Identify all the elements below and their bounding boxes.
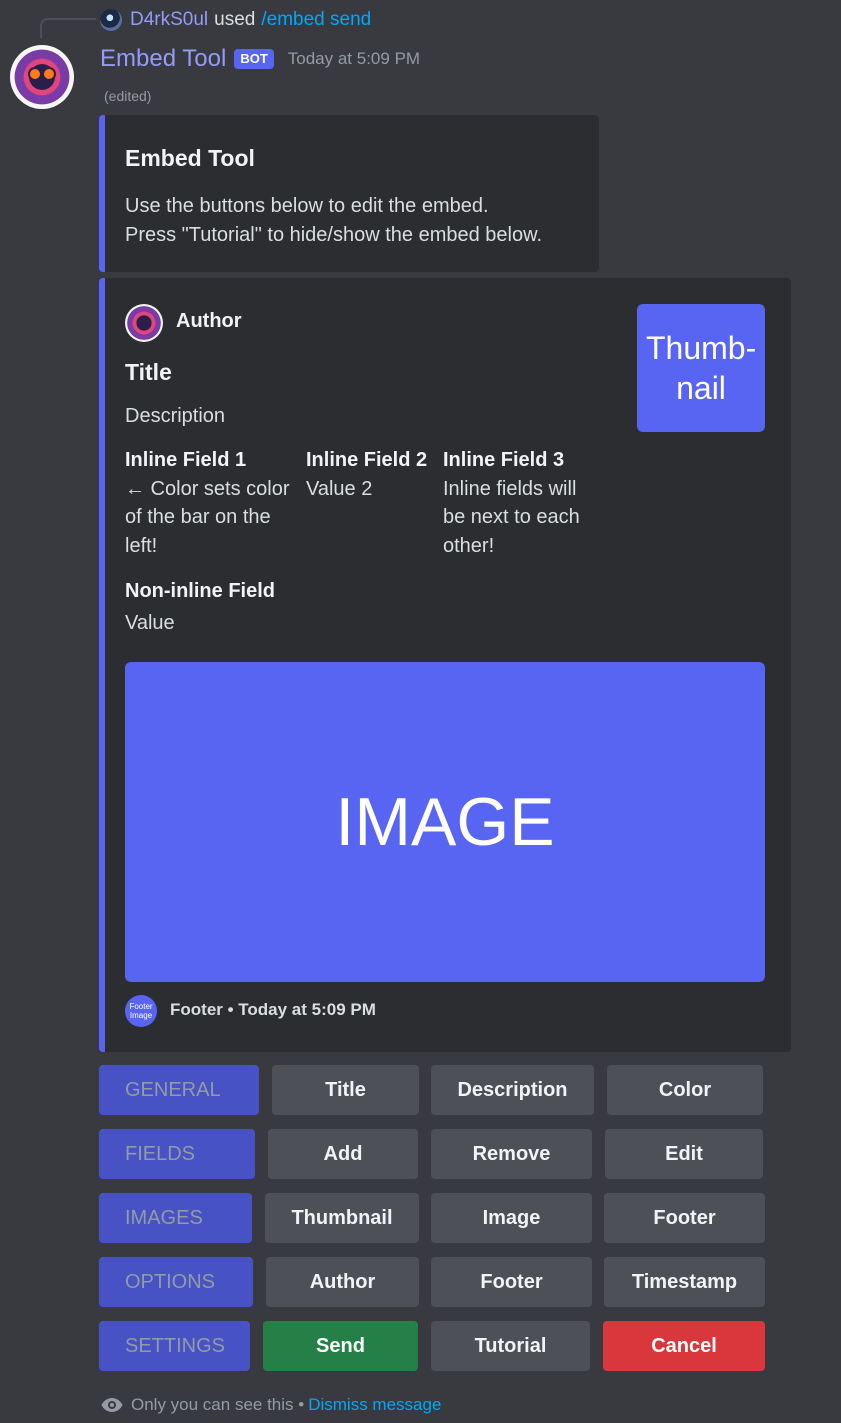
tutorial-button[interactable]: Tutorial — [431, 1321, 590, 1371]
field-name: Inline Field 3 — [443, 449, 565, 471]
thumbnail-button[interactable]: Thumbnail — [265, 1193, 419, 1243]
field-name: Non-inline Field — [125, 580, 275, 602]
cancel-button[interactable]: Cancel — [603, 1321, 765, 1371]
field-value: Value 2 — [306, 477, 373, 500]
author-icon — [125, 304, 163, 342]
field-name: Inline Field 2 — [306, 449, 428, 471]
bot-avatar[interactable] — [10, 45, 74, 109]
avatar-eye-right — [44, 69, 54, 79]
message-timestamp: Today at 5:09 PM — [287, 49, 421, 68]
category-fields-button[interactable]: FIELDS — [99, 1129, 255, 1179]
timestamp-button[interactable]: Timestamp — [604, 1257, 765, 1307]
color-button[interactable]: Color — [607, 1065, 763, 1115]
bot-tag: BOT — [234, 49, 274, 69]
eye-icon — [101, 1398, 123, 1412]
preview-embed: Author Title Description Inline Field 1 … — [99, 278, 791, 1052]
author-name: Author — [176, 310, 242, 332]
field-value: Inline fields will be next to each other… — [443, 477, 580, 557]
ephemeral-notice: Only you can see this • Dismiss message — [100, 1393, 441, 1417]
tutorial-line-2: Press "Tutorial" to hide/show the embed … — [125, 224, 543, 246]
send-button[interactable]: Send — [263, 1321, 418, 1371]
footer-image-button[interactable]: Footer — [604, 1193, 765, 1243]
tutorial-line-1: Use the buttons below to edit the embed. — [125, 195, 489, 217]
reply-user-avatar[interactable] — [100, 9, 122, 31]
dismiss-message-link[interactable]: Dismiss message — [308, 1395, 441, 1415]
image-text: IMAGE — [335, 784, 555, 860]
inline-field-3: Inline Field 3 Inline fields will be nex… — [443, 446, 603, 560]
embed-title: Title — [125, 359, 172, 385]
tutorial-embed-title: Embed Tool — [125, 145, 255, 171]
ephemeral-text: Only you can see this • — [131, 1395, 305, 1414]
inline-field-2: Inline Field 2 Value 2 — [306, 446, 436, 503]
edited-label: (edited) — [104, 88, 152, 104]
category-general-button[interactable]: GENERAL — [99, 1065, 259, 1115]
embed-thumbnail[interactable]: Thumb-nail — [637, 304, 765, 432]
thumbnail-text: Thumb-nail — [646, 330, 757, 406]
inline-field-1: Inline Field 1 ← Color sets color of the… — [125, 446, 297, 560]
remove-field-button[interactable]: Remove — [431, 1129, 592, 1179]
image-button[interactable]: Image — [431, 1193, 592, 1243]
author-button[interactable]: Author — [266, 1257, 419, 1307]
description-button[interactable]: Description — [431, 1065, 594, 1115]
reply-reference[interactable]: D4rkS0ul used /embed send — [100, 8, 371, 32]
reply-command[interactable]: /embed send — [261, 9, 371, 31]
embed-footer: Footer • Today at 5:09 PM — [170, 1000, 376, 1019]
add-field-button[interactable]: Add — [268, 1129, 418, 1179]
tutorial-embed: Embed Tool Use the buttons below to edit… — [99, 115, 599, 272]
title-button[interactable]: Title — [272, 1065, 419, 1115]
category-images-button[interactable]: IMAGES — [99, 1193, 252, 1243]
non-inline-field: Non-inline Field Value — [125, 577, 425, 637]
footer-icon: Footer Image — [125, 995, 157, 1027]
footer-button[interactable]: Footer — [431, 1257, 592, 1307]
footer-icon-text: Footer Image — [129, 1002, 153, 1020]
category-options-button[interactable]: OPTIONS — [99, 1257, 253, 1307]
reply-spine — [40, 18, 96, 38]
field-name: Inline Field 1 — [125, 449, 247, 471]
category-settings-button[interactable]: SETTINGS — [99, 1321, 250, 1371]
edit-field-button[interactable]: Edit — [605, 1129, 763, 1179]
bot-name[interactable]: Embed Tool — [100, 45, 226, 73]
avatar-eye-left — [30, 69, 40, 79]
field-value: ← Color sets color of the bar on the lef… — [125, 477, 290, 557]
tutorial-embed-description: Use the buttons below to edit the embed.… — [125, 192, 542, 250]
message-header: Embed Tool BOT Today at 5:09 PM — [100, 44, 420, 74]
reply-used-text: used — [214, 9, 256, 30]
reply-username[interactable]: D4rkS0ul — [130, 9, 208, 31]
field-value: Value — [125, 611, 175, 634]
embed-image[interactable]: IMAGE — [125, 662, 765, 982]
embed-description: Description — [125, 405, 226, 427]
